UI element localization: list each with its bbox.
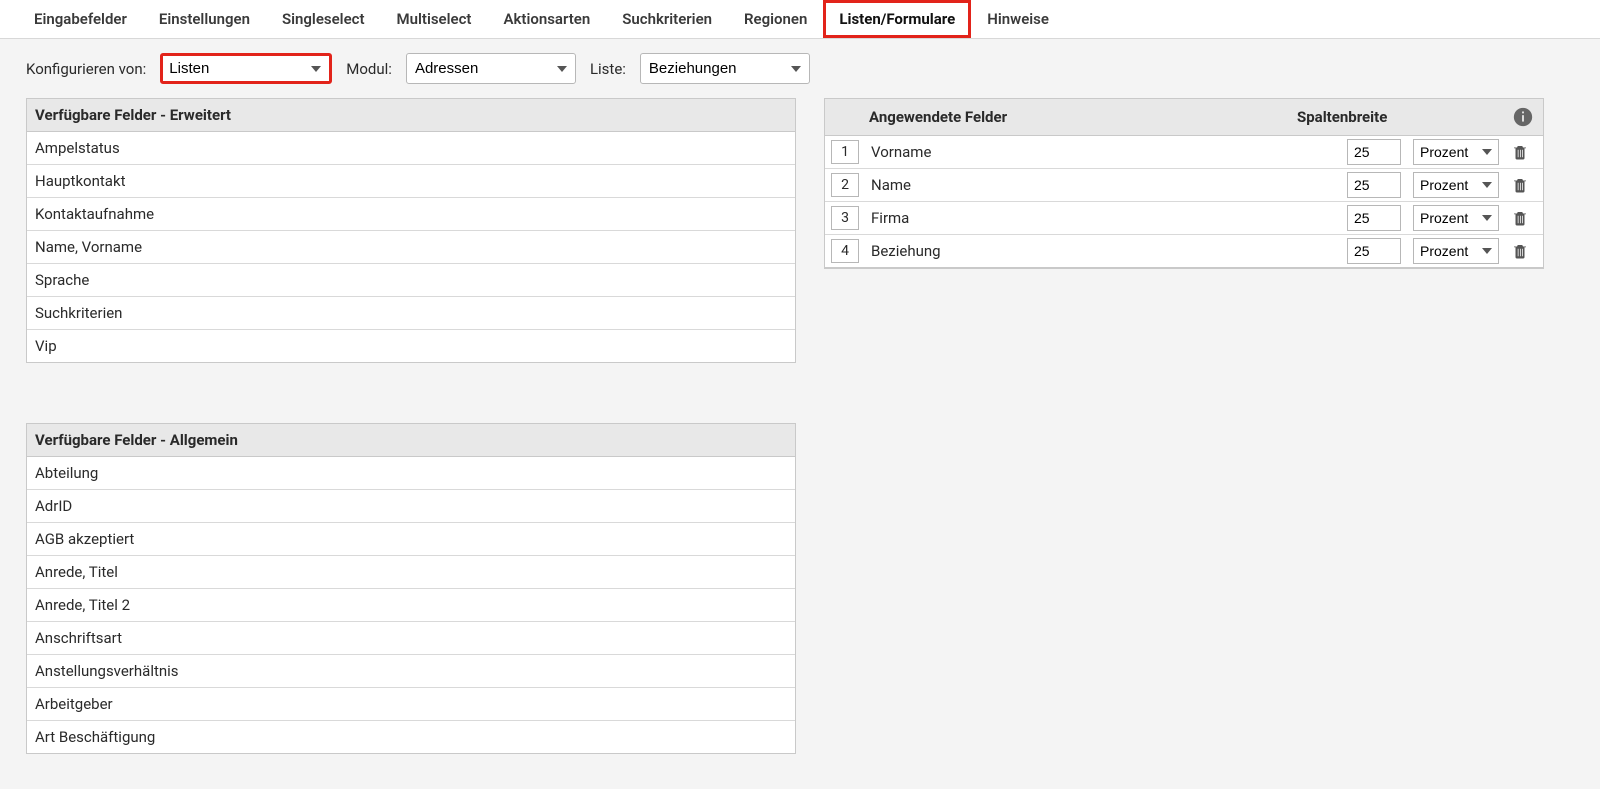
order-box[interactable]: 4 — [831, 239, 859, 263]
config-bar: Konfigurieren von: Listen Modul: Adresse… — [0, 39, 1600, 98]
module-label: Modul: — [346, 60, 392, 78]
info-icon[interactable] — [1512, 106, 1534, 128]
tab-suchkriterien[interactable]: Suchkriterien — [606, 0, 728, 38]
panel-erweitert-header: Verfügbare Felder - Erweitert — [27, 99, 795, 132]
module-select[interactable]: Adressen — [406, 53, 576, 84]
available-field-row[interactable]: Anschriftsart — [27, 622, 795, 655]
available-field-row[interactable]: Ampelstatus — [27, 132, 795, 165]
width-input[interactable] — [1347, 172, 1401, 198]
tab-regionen[interactable]: Regionen — [728, 0, 823, 38]
width-input[interactable] — [1347, 205, 1401, 231]
available-field-row[interactable]: AdrID — [27, 490, 795, 523]
applied-field-name: Name — [869, 172, 1341, 198]
available-field-row[interactable]: Name, Vorname — [27, 231, 795, 264]
panel-allgemein: Verfügbare Felder - Allgemein AbteilungA… — [26, 423, 796, 754]
panel-erweitert: Verfügbare Felder - Erweitert Ampelstatu… — [26, 98, 796, 363]
unit-select[interactable]: Prozent — [1413, 172, 1499, 198]
left-column: Verfügbare Felder - Erweitert Ampelstatu… — [26, 98, 796, 754]
tab-eingabefelder[interactable]: Eingabefelder — [18, 0, 143, 38]
right-column: Angewendete Felder Spaltenbreite 1 Vornam… — [824, 98, 1544, 269]
applied-row: 2 Name Prozent — [825, 169, 1543, 202]
trash-icon[interactable] — [1509, 207, 1531, 229]
available-field-row[interactable]: Anstellungsverhältnis — [27, 655, 795, 688]
content: Verfügbare Felder - Erweitert Ampelstatu… — [0, 98, 1600, 774]
order-box[interactable]: 2 — [831, 173, 859, 197]
available-field-row[interactable]: Anrede, Titel 2 — [27, 589, 795, 622]
trash-icon[interactable] — [1509, 240, 1531, 262]
tab-einstellungen[interactable]: Einstellungen — [143, 0, 266, 38]
trash-icon[interactable] — [1509, 174, 1531, 196]
panel-allgemein-header: Verfügbare Felder - Allgemein — [27, 424, 795, 457]
applied-field-name: Firma — [869, 205, 1341, 231]
available-field-row[interactable]: Suchkriterien — [27, 297, 795, 330]
tabs-bar: EingabefelderEinstellungenSingleselectMu… — [0, 0, 1600, 39]
available-field-row[interactable]: Anrede, Titel — [27, 556, 795, 589]
applied-row: 4 Beziehung Prozent — [825, 235, 1543, 268]
available-field-row[interactable]: Sprache — [27, 264, 795, 297]
available-field-row[interactable]: AGB akzeptiert — [27, 523, 795, 556]
width-input[interactable] — [1347, 139, 1401, 165]
applied-row: 1 Vorname Prozent — [825, 136, 1543, 169]
tab-multiselect[interactable]: Multiselect — [381, 0, 488, 38]
configure-select[interactable]: Listen — [160, 53, 332, 84]
applied-panel: Angewendete Felder Spaltenbreite 1 Vornam… — [824, 98, 1544, 269]
order-box[interactable]: 1 — [831, 140, 859, 164]
list-label: Liste: — [590, 60, 626, 78]
applied-header: Angewendete Felder Spaltenbreite — [825, 99, 1543, 136]
unit-select[interactable]: Prozent — [1413, 238, 1499, 264]
list-select[interactable]: Beziehungen — [640, 53, 810, 84]
trash-icon[interactable] — [1509, 141, 1531, 163]
tab-listenformulare[interactable]: Listen/Formulare — [823, 0, 971, 38]
tab-aktionsarten[interactable]: Aktionsarten — [487, 0, 606, 38]
unit-select[interactable]: Prozent — [1413, 205, 1499, 231]
applied-row: 3 Firma Prozent — [825, 202, 1543, 235]
available-field-row[interactable]: Arbeitgeber — [27, 688, 795, 721]
available-field-row[interactable]: Kontaktaufnahme — [27, 198, 795, 231]
available-field-row[interactable]: Art Beschäftigung — [27, 721, 795, 753]
applied-field-name: Vorname — [869, 139, 1341, 165]
tab-hinweise[interactable]: Hinweise — [971, 0, 1065, 38]
available-field-row[interactable]: Hauptkontakt — [27, 165, 795, 198]
available-field-row[interactable]: Vip — [27, 330, 795, 362]
order-box[interactable]: 3 — [831, 206, 859, 230]
width-input[interactable] — [1347, 238, 1401, 264]
applied-header-name: Angewendete Felder — [869, 108, 1291, 126]
applied-field-name: Beziehung — [869, 238, 1341, 264]
tab-singleselect[interactable]: Singleselect — [266, 0, 381, 38]
applied-header-width: Spaltenbreite — [1297, 108, 1503, 126]
configure-label: Konfigurieren von: — [26, 60, 146, 78]
unit-select[interactable]: Prozent — [1413, 139, 1499, 165]
available-field-row[interactable]: Abteilung — [27, 457, 795, 490]
